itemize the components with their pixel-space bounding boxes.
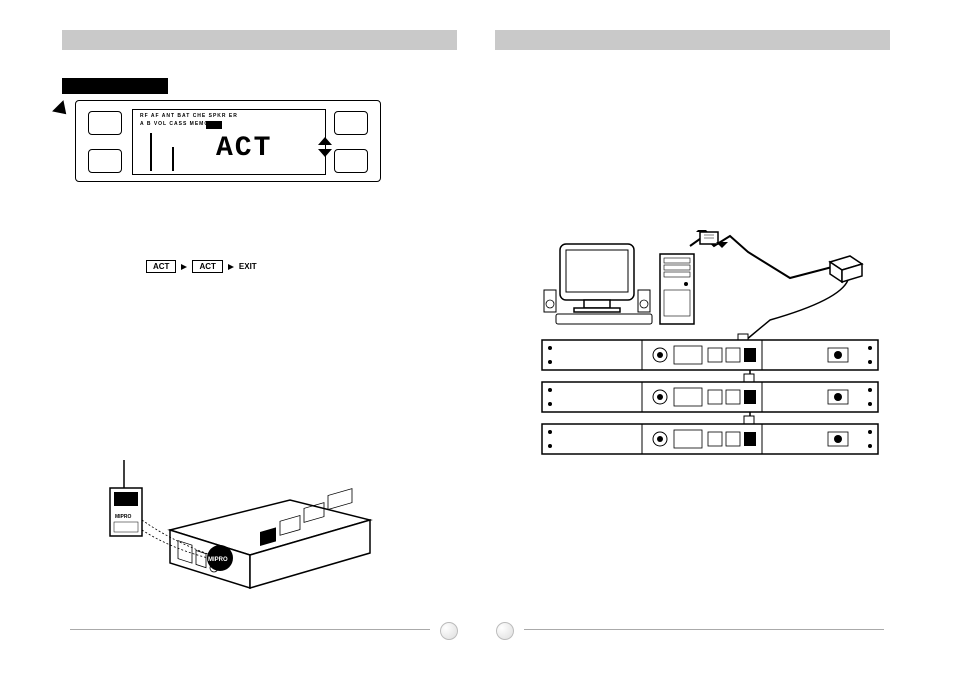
- up-down-indicator: [318, 137, 332, 157]
- panel-button-bottom-left[interactable]: [88, 149, 122, 173]
- header-bar-right: [495, 30, 890, 50]
- flow-box-act-1: ACT: [146, 260, 176, 273]
- page-number-left: [440, 622, 458, 640]
- up-arrow-icon: [318, 137, 332, 145]
- flow-box-act-2: ACT: [192, 260, 222, 273]
- header-bar-left: [62, 30, 457, 50]
- battery-icon: [206, 121, 222, 129]
- flow-arrow-icon: [228, 264, 234, 270]
- flow-exit-label: EXIT: [239, 262, 257, 271]
- lcd-sub-labels: A B VOL CASS MEMO: [140, 121, 209, 127]
- footer-divider-left: [70, 629, 430, 630]
- panel-button-top-left[interactable]: [88, 111, 122, 135]
- flow-arrow-icon: [181, 264, 187, 270]
- footer-divider-right: [524, 629, 884, 630]
- computer-rack-illustration: [530, 230, 890, 470]
- section-title-bar: [62, 78, 168, 94]
- rack-unit-2: [542, 382, 878, 412]
- panel-button-top-right[interactable]: [334, 111, 368, 135]
- lcd-control-panel: RF AF ANT BAT CHE SPKR ER A B VOL CASS M…: [75, 100, 381, 182]
- af-meter-bar: [172, 147, 174, 171]
- rf-meter-bar: [150, 133, 152, 171]
- pointer-arrow-icon: [52, 100, 72, 120]
- page-number-right: [496, 622, 514, 640]
- receiver-transmitter-illustration: MIPRO MIPRO: [100, 460, 380, 600]
- rack-unit-1: [542, 340, 878, 370]
- panel-button-bottom-right[interactable]: [334, 149, 368, 173]
- brand-label: MIPRO: [115, 514, 132, 520]
- rack-unit-3: [542, 424, 878, 454]
- lcd-main-text: ACT: [216, 133, 272, 164]
- brand-badge: MIPRO: [208, 557, 228, 563]
- lcd-top-labels: RF AF ANT BAT CHE SPKR ER: [140, 113, 238, 119]
- down-arrow-icon: [318, 149, 332, 157]
- flow-diagram: ACT ACT EXIT: [146, 260, 257, 273]
